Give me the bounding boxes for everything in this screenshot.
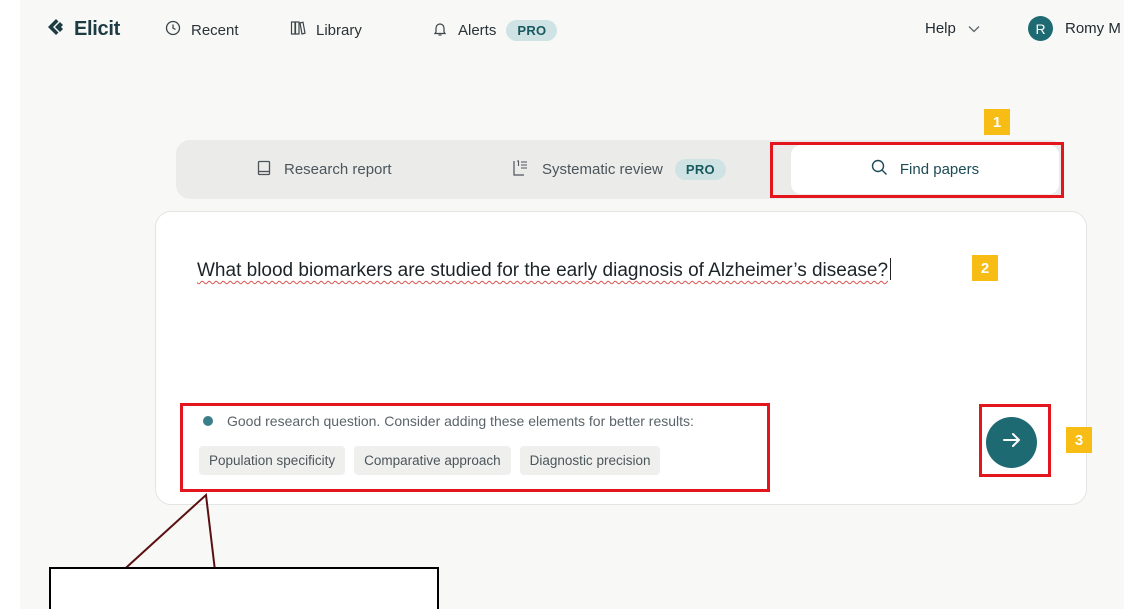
callout-pointer xyxy=(94,492,219,597)
app-window: Elicit Recent Library Alerts PRO Help R … xyxy=(20,0,1124,609)
callout-box xyxy=(49,567,439,609)
